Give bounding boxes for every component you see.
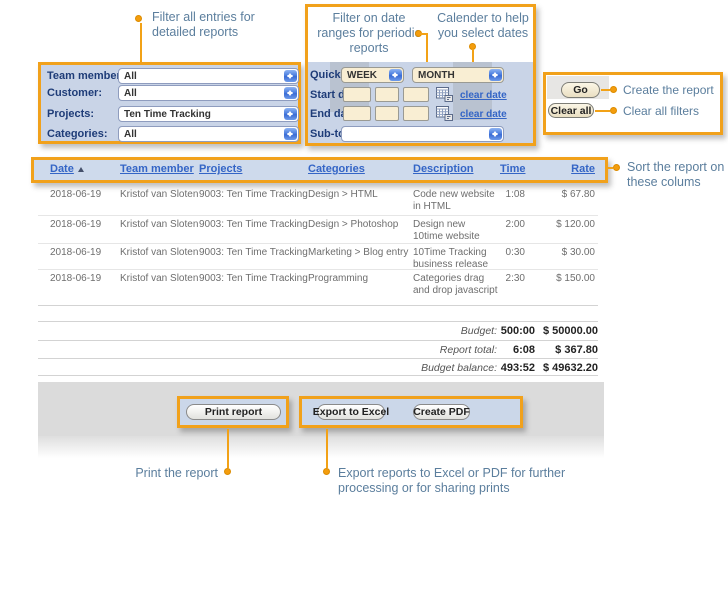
column-header-date[interactable]: Date <box>38 163 118 176</box>
callout-dot <box>224 468 231 475</box>
customer-select[interactable]: All <box>118 85 299 101</box>
go-button[interactable]: Go <box>561 82 600 98</box>
callout-dot <box>613 164 620 171</box>
table-header-box: Date Team member Projects Categories Des… <box>31 157 608 183</box>
quick-date-month-select[interactable]: MONTH <box>412 67 504 83</box>
categories-label: Categories: <box>47 128 108 140</box>
table-header-row: Date Team member Projects Categories Des… <box>38 163 598 176</box>
categories-select[interactable]: All <box>118 126 299 142</box>
callout-dot <box>610 107 617 114</box>
section-divider <box>38 340 598 341</box>
callout-dot <box>610 86 617 93</box>
projects-label: Projects: <box>47 108 94 120</box>
stepper-icon <box>489 128 502 140</box>
team-member-value: All <box>124 71 137 82</box>
callout-line <box>601 89 610 91</box>
summary-row-budget: Budget: 500:00 $ 50000.00 <box>38 325 598 337</box>
end-date-day-input[interactable] <box>343 106 371 121</box>
report-tutorial-page: Filter all entries for detailed reports … <box>0 0 728 598</box>
print-box: Print report <box>177 396 289 428</box>
table-row: 2018-06-19 Kristof van Sloten 9003: Ten … <box>38 189 598 213</box>
callout-print: Print the report <box>100 466 218 481</box>
stepper-icon <box>284 87 297 99</box>
start-date-month-input[interactable] <box>375 87 399 102</box>
stepper-icon <box>389 69 402 81</box>
date-panel: Quick date: WEEK MONTH Start date: <box>308 62 533 143</box>
row-divider <box>38 215 598 216</box>
actions-box: Go Create the report Clear all Clear all… <box>543 72 723 135</box>
calendar-icon[interactable] <box>436 87 453 107</box>
column-header-time[interactable]: Time <box>498 163 530 176</box>
start-date-year-input[interactable] <box>403 87 429 102</box>
callout-line <box>595 110 610 112</box>
customer-label: Customer: <box>47 87 102 99</box>
projects-select[interactable]: Ten Time Tracking <box>118 106 299 122</box>
callout-line <box>227 429 229 468</box>
calendar-icon[interactable] <box>436 106 453 126</box>
quick-date-week-value: WEEK <box>347 70 377 81</box>
print-report-button[interactable]: Print report <box>186 404 281 420</box>
callout-calendar: Calender to help you select dates <box>433 11 533 41</box>
table-row: 2018-06-19 Kristof van Sloten 9003: Ten … <box>38 219 598 243</box>
row-divider <box>38 243 598 244</box>
subtotal-select[interactable] <box>341 126 504 142</box>
section-divider <box>38 375 598 376</box>
section-divider <box>38 305 598 306</box>
customer-value: All <box>124 88 137 99</box>
callout-sort-columns: Sort the report on these colums <box>627 160 728 190</box>
callout-dot <box>135 15 142 22</box>
categories-value: All <box>124 129 137 140</box>
column-header-member[interactable]: Team member <box>118 163 197 176</box>
column-header-categories[interactable]: Categories <box>306 163 411 176</box>
column-header-projects[interactable]: Projects <box>197 163 306 176</box>
callout-export: Export reports to Excel or PDF for furth… <box>338 466 618 496</box>
quick-date-month-value: MONTH <box>418 70 455 81</box>
summary-row-report-total: Report total: 6:08 $ 367.80 <box>38 344 598 356</box>
callout-line <box>140 23 142 62</box>
end-date-month-input[interactable] <box>375 106 399 121</box>
stepper-icon <box>489 69 502 81</box>
row-divider <box>38 269 598 270</box>
end-clear-date-link[interactable]: clear date <box>460 109 507 120</box>
footer-reflection <box>38 436 604 458</box>
table-row: 2018-06-19 Kristof van Sloten 9003: Ten … <box>38 247 598 271</box>
callout-dot <box>323 468 330 475</box>
projects-value: Ten Time Tracking <box>124 109 211 120</box>
stepper-icon <box>284 70 297 82</box>
column-header-description[interactable]: Description <box>411 163 498 176</box>
callout-create-report: Create the report <box>623 83 714 98</box>
quick-date-week-select[interactable]: WEEK <box>341 67 404 83</box>
callout-line <box>605 167 613 169</box>
start-date-day-input[interactable] <box>343 87 371 102</box>
filter-panel: Team member: All Customer: All Projects:… <box>38 62 301 144</box>
export-box: Export to Excel Create PDF <box>299 396 523 428</box>
date-filter-box: Filter on date ranges for periodic repor… <box>305 4 536 146</box>
section-divider <box>38 358 598 359</box>
section-divider <box>38 321 598 322</box>
team-member-label: Team member: <box>47 70 124 82</box>
clear-all-button[interactable]: Clear all <box>548 103 594 118</box>
summary-row-budget-balance: Budget balance: 493:52 $ 49632.20 <box>38 362 598 374</box>
table-row: 2018-06-19 Kristof van Sloten 9003: Ten … <box>38 273 598 297</box>
callout-date-ranges: Filter on date ranges for periodic repor… <box>314 11 424 56</box>
end-date-year-input[interactable] <box>403 106 429 121</box>
callout-clear-filters: Clear all filters <box>623 104 699 119</box>
start-clear-date-link[interactable]: clear date <box>460 90 507 101</box>
export-excel-button[interactable]: Export to Excel <box>317 404 385 420</box>
column-header-rate[interactable]: Rate <box>530 163 598 176</box>
stepper-icon <box>284 128 297 140</box>
create-pdf-button[interactable]: Create PDF <box>413 404 470 420</box>
team-member-select[interactable]: All <box>118 68 299 84</box>
sort-asc-icon <box>78 167 84 172</box>
callout-filter-all: Filter all entries for detailed reports <box>152 10 292 40</box>
stepper-icon <box>284 108 297 120</box>
callout-line <box>326 429 328 468</box>
